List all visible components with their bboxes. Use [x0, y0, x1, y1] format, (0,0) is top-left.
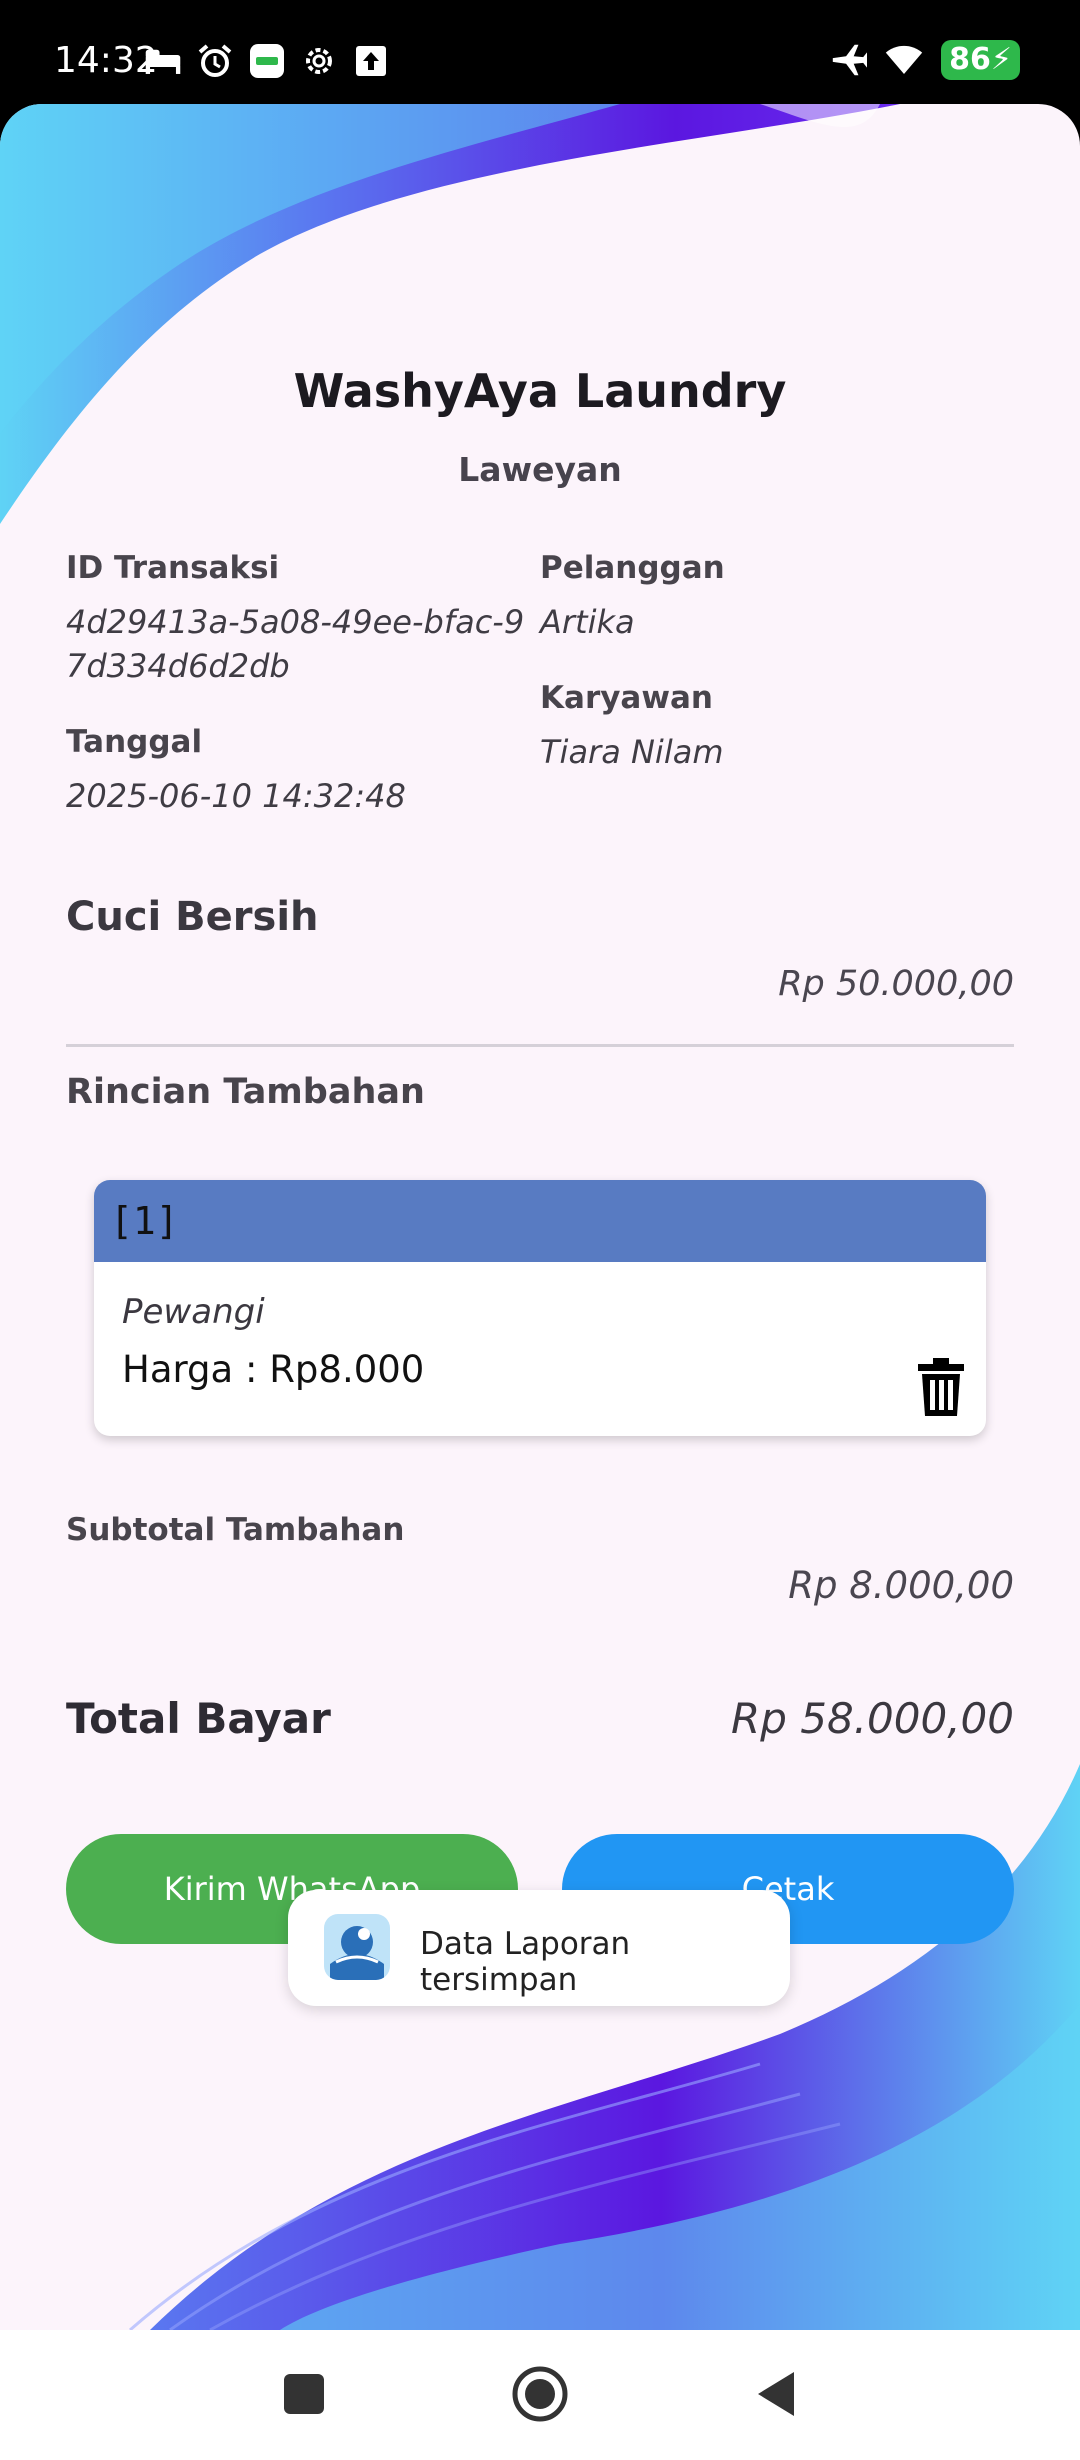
bed-icon [144, 42, 182, 80]
airplane-icon [829, 41, 868, 79]
extra-item-price: Harga : Rp8.000 [122, 1348, 425, 1391]
customer-label: Pelanggan [540, 550, 725, 586]
subtotal-extras-label: Subtotal Tambahan [66, 1512, 405, 1548]
divider [66, 1044, 1014, 1047]
date-value: 2025-06-10 14:32:48 [66, 777, 406, 815]
back-triangle-icon [758, 2372, 794, 2416]
home-circle-icon [512, 2366, 568, 2422]
status-time: 14:32 [54, 40, 158, 81]
toast-message: Data Laporan tersimpan [420, 1926, 631, 1998]
trash-icon [918, 1358, 964, 1416]
status-notification-icons [144, 42, 390, 80]
delete-extra-button[interactable] [916, 1358, 966, 1418]
service-name: Cuci Bersih [66, 894, 319, 940]
battery-level: 86 [949, 42, 991, 77]
transaction-id-line-2: 7d334d6d2db [66, 647, 290, 685]
status-system-icons: 86⚡ [829, 40, 1020, 80]
transaction-id-value: 4d29413a-5a08-49ee-bfac-9 7d334d6d2db [66, 600, 524, 688]
total-value: Rp 58.000,00 [731, 1694, 1014, 1743]
toast-notification: Data Laporan tersimpan [288, 1890, 790, 2006]
navigation-bar [0, 2330, 1080, 2460]
total-label: Total Bayar [66, 1694, 331, 1743]
employee-label: Karyawan [540, 680, 713, 716]
upload-icon [352, 42, 390, 80]
customer-value: Artika [540, 603, 635, 641]
extra-item-name: Pewangi [122, 1292, 265, 1332]
back-button[interactable] [744, 2362, 808, 2426]
extra-item-index: [1] [94, 1180, 986, 1262]
employee-value: Tiara Nilam [540, 733, 724, 771]
date-label: Tanggal [66, 724, 203, 760]
recent-apps-button[interactable] [272, 2362, 336, 2426]
extras-section-title: Rincian Tambahan [66, 1072, 425, 1112]
transaction-id-label: ID Transaksi [66, 550, 280, 586]
subtotal-extras-value: Rp 8.000,00 [788, 1564, 1014, 1607]
status-bar: 14:32 86⚡ [0, 0, 1080, 120]
battery-icon: 86⚡ [941, 40, 1020, 80]
grab-icon [248, 42, 286, 80]
extra-item-card: [1] Pewangi Harga : Rp8.000 [94, 1180, 986, 1436]
wifi-icon [885, 41, 923, 79]
settings-icon [300, 42, 338, 80]
laundry-name: WashyAya Laundry [293, 364, 787, 418]
transaction-id-line-1: 4d29413a-5a08-49ee-bfac-9 [66, 603, 525, 641]
service-price: Rp 50.000,00 [778, 964, 1014, 1004]
branch-name: Laweyan [458, 450, 622, 489]
app-logo-icon [324, 1914, 390, 1980]
square-icon [284, 2374, 324, 2414]
receipt-screen: WashyAya Laundry Laweyan ID Transaksi 4d… [0, 104, 1080, 2330]
alarm-icon [196, 42, 234, 80]
home-button[interactable] [508, 2362, 572, 2426]
